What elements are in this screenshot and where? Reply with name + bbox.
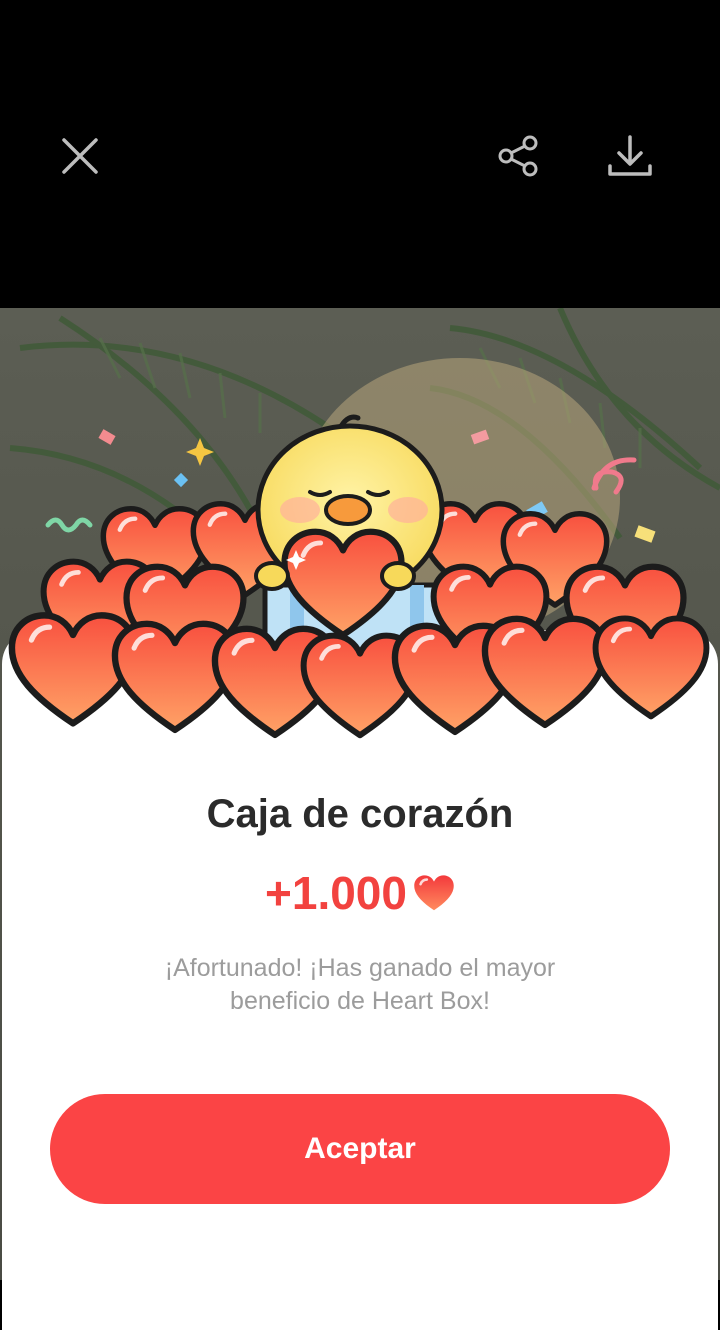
download-button[interactable] <box>600 126 660 186</box>
close-icon <box>62 138 98 174</box>
heart-box-illustration <box>0 414 720 750</box>
share-icon <box>498 135 538 177</box>
heart-icon <box>414 875 454 911</box>
accept-button[interactable]: Aceptar <box>50 1094 670 1204</box>
dialog-title: Caja de corazón <box>206 792 514 836</box>
viewer-toolbar <box>0 0 720 308</box>
download-icon <box>608 135 652 176</box>
close-button[interactable] <box>50 126 110 186</box>
reward-amount: +1.000 <box>265 867 407 919</box>
share-button[interactable] <box>488 126 548 186</box>
reward-amount-row: +1.000 <box>0 866 720 920</box>
dialog-description: ¡Afortunado! ¡Has ganado el mayor benefi… <box>164 954 556 1015</box>
